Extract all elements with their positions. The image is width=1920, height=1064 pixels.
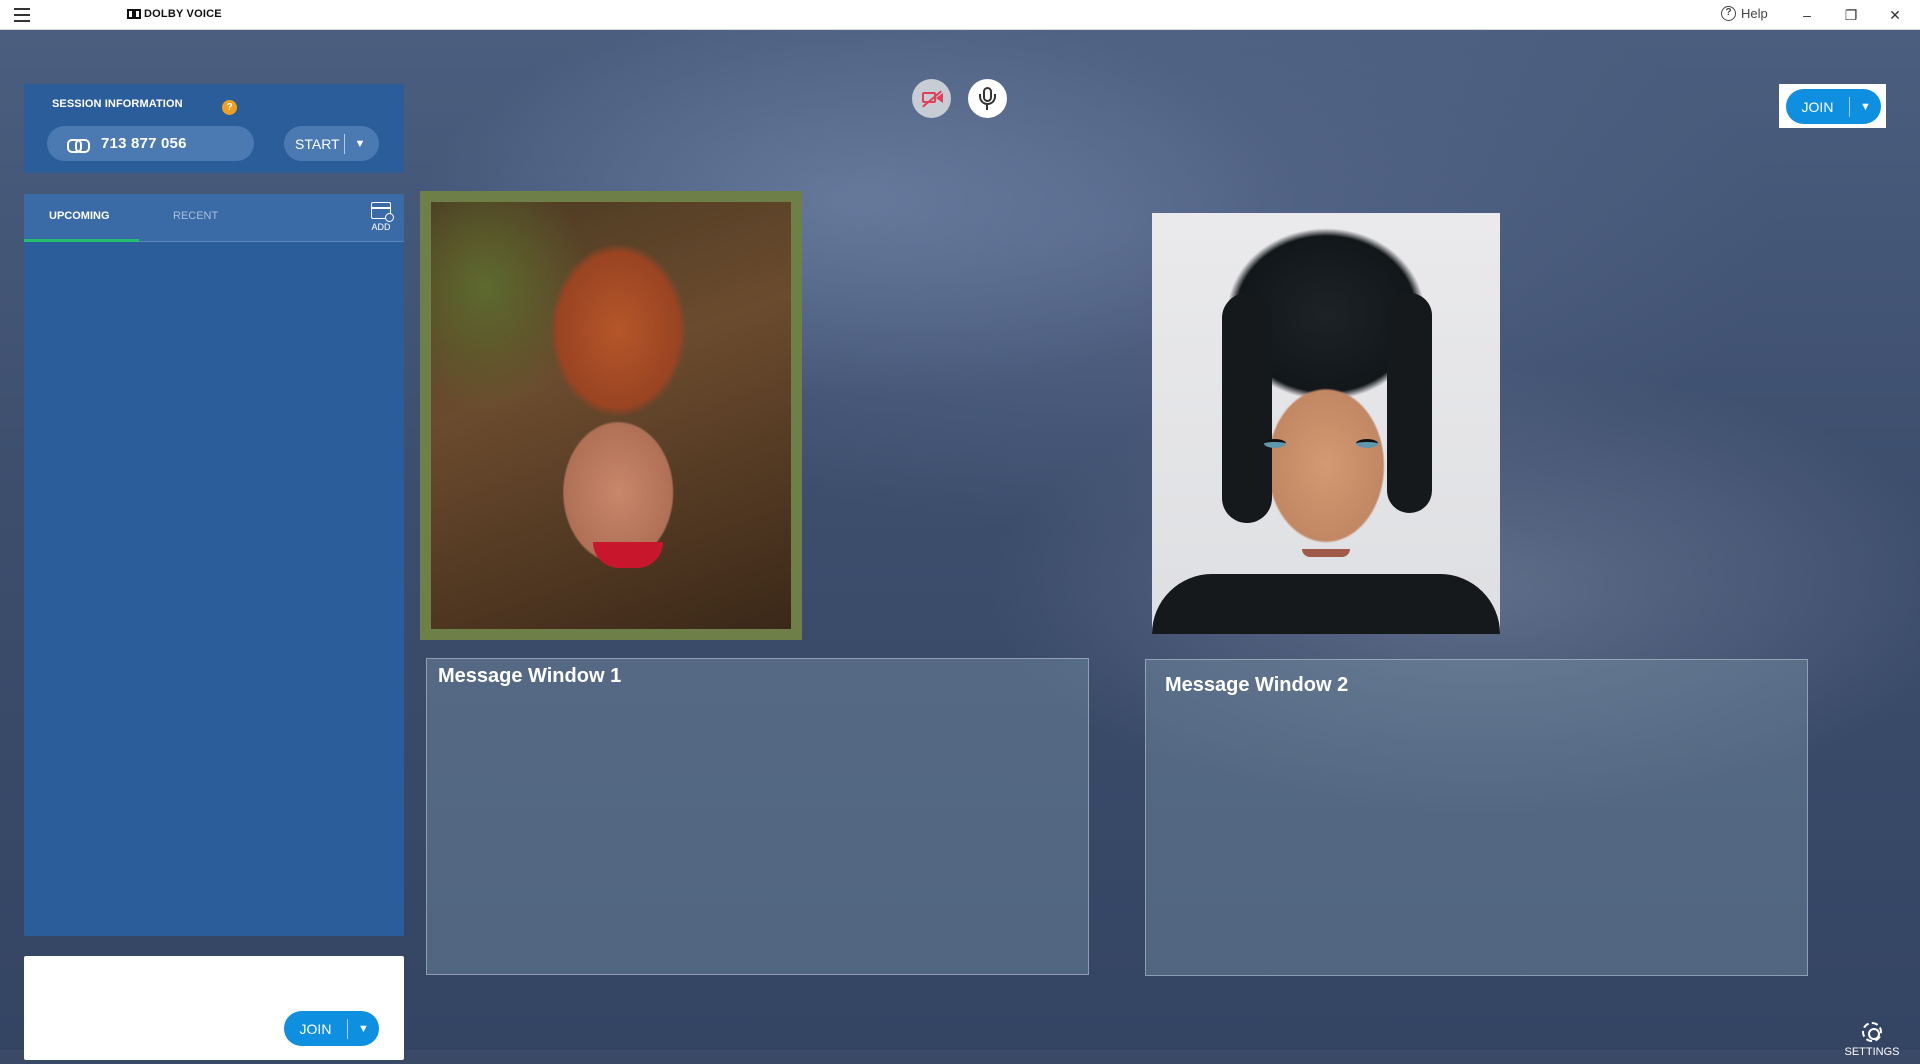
meetings-tabbar: UPCOMING RECENT ADD <box>24 194 404 242</box>
link-icon <box>67 138 90 153</box>
active-tab-indicator <box>24 239 139 242</box>
top-join-label: JOIN <box>1801 98 1834 115</box>
settings-label: SETTINGS <box>1844 1046 1900 1058</box>
add-label: ADD <box>371 222 391 232</box>
hamburger-menu-icon[interactable] <box>14 8 30 22</box>
add-meeting-button[interactable]: ADD <box>367 202 395 236</box>
minimize-button[interactable]: – <box>1792 4 1822 26</box>
help-button[interactable]: ? Help <box>1721 6 1768 21</box>
session-information-card: SESSION INFORMATION ? 713 877 056 START … <box>24 84 404 173</box>
camera-toggle-button[interactable] <box>912 79 951 118</box>
meeting-id-button[interactable]: 713 877 056 <box>47 126 254 161</box>
gear-icon <box>1862 1022 1882 1042</box>
tab-upcoming[interactable]: UPCOMING <box>49 210 110 222</box>
meetings-panel: UPCOMING RECENT ADD <box>24 194 404 936</box>
join-label: JOIN <box>299 1020 332 1037</box>
photo-eye-right <box>1356 439 1378 448</box>
top-join-button[interactable]: JOIN ▼ <box>1786 89 1881 124</box>
message-window-2-title: Message Window 2 <box>1165 674 1349 696</box>
session-title: SESSION INFORMATION <box>52 98 183 110</box>
photo-mouth <box>1302 549 1350 557</box>
help-circle-icon: ? <box>1721 6 1736 21</box>
join-chevron-down-icon[interactable]: ▼ <box>348 1023 379 1035</box>
join-button[interactable]: JOIN ▼ <box>284 1011 379 1046</box>
tab-recent[interactable]: RECENT <box>173 210 218 222</box>
photo-hair-left <box>1222 293 1272 523</box>
photo-hair-right <box>1387 293 1432 513</box>
app-logo: DOLBY VOICE <box>127 8 222 20</box>
participant-photo-2 <box>1152 213 1500 634</box>
calendar-add-icon <box>371 202 394 222</box>
start-chevron-down-icon[interactable]: ▼ <box>345 138 375 150</box>
message-window-1[interactable]: Message Window 1 <box>426 658 1089 975</box>
start-button[interactable]: START ▼ <box>284 126 379 161</box>
settings-button[interactable]: SETTINGS <box>1843 1022 1901 1064</box>
app-brand-name: DOLBY VOICE <box>144 8 222 20</box>
top-join-frame: JOIN ▼ <box>1779 84 1886 128</box>
participant-video-2[interactable] <box>1152 213 1500 634</box>
help-label: Help <box>1741 6 1768 21</box>
close-button[interactable]: ✕ <box>1880 4 1910 26</box>
photo-lips-shape <box>593 542 663 568</box>
meeting-id: 713 877 056 <box>101 135 187 152</box>
microphone-stem-shape <box>986 105 988 110</box>
title-bar: DOLBY VOICE ? Help – ❐ ✕ <box>0 0 1920 30</box>
microphone-toggle-button[interactable] <box>968 79 1007 118</box>
top-join-chevron-down-icon[interactable]: ▼ <box>1850 101 1881 113</box>
session-help-icon[interactable]: ? <box>222 100 237 115</box>
conference-stage: SESSION INFORMATION ? 713 877 056 START … <box>0 30 1920 1060</box>
dolby-logo-icon <box>127 9 141 19</box>
message-window-2[interactable]: Message Window 2 <box>1145 659 1808 976</box>
message-window-1-title: Message Window 1 <box>438 665 622 687</box>
participant-photo-1 <box>431 202 791 629</box>
join-card: JOIN ▼ <box>24 956 404 1060</box>
microphone-cup-shape <box>979 94 996 105</box>
participant-video-1[interactable] <box>420 191 802 640</box>
start-label: START <box>295 135 340 152</box>
photo-shirt <box>1152 574 1500 634</box>
restore-button[interactable]: ❐ <box>1836 4 1866 26</box>
photo-eye-left <box>1264 439 1286 448</box>
